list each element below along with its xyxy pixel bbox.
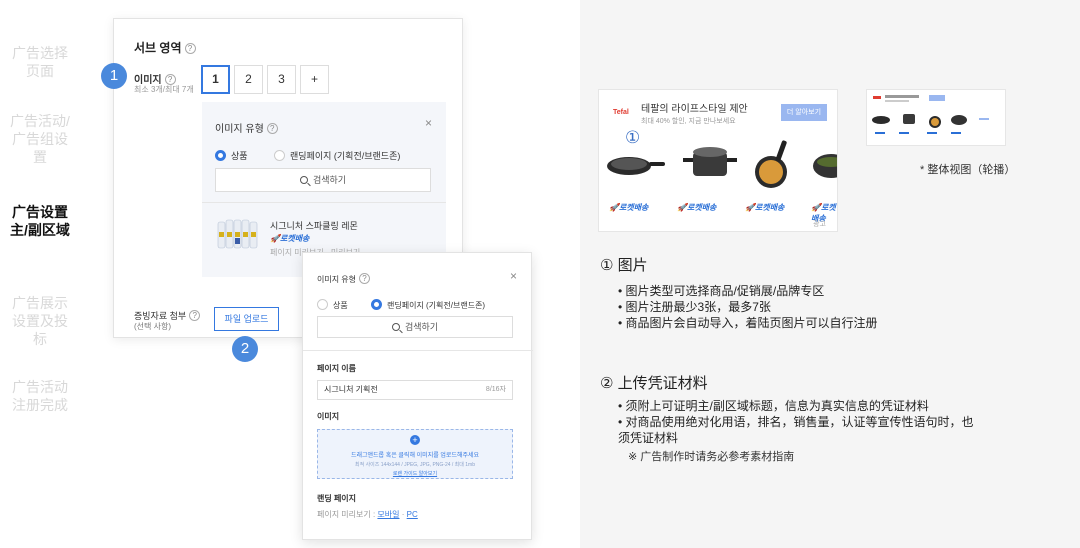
marker-1: ① xyxy=(625,128,641,147)
section1-bullet: • 图片类型可选择商品/促销展/品牌专区 xyxy=(618,284,825,298)
radio-icon xyxy=(274,150,285,161)
landing-page-dialog: 이미지 유형? × 상품 랜딩페이지 (기획전/브랜드존) 검색하기 페이지 이… xyxy=(302,252,533,540)
dialog-image-type-title: 이미지 유형? xyxy=(317,273,371,285)
radio-product[interactable]: 상품 xyxy=(215,146,248,164)
overall-view-caption: * 整体视图（轮播） xyxy=(920,164,1016,176)
pc-preview-link[interactable]: PC xyxy=(407,510,418,519)
radio-product[interactable]: 상품 xyxy=(317,295,348,313)
pot-image xyxy=(683,147,737,176)
pan-image xyxy=(813,154,837,178)
panel-title: 서브 영역? xyxy=(134,39,196,56)
step-display-bidding: 广告展示 设置及投标 xyxy=(12,295,68,347)
radio-landing[interactable]: 랜딩페이지 (기획전/브랜드존) xyxy=(371,295,485,313)
radio-selected-icon xyxy=(215,150,226,161)
ad-preview-card: Tefal 테팔의 라이프스타일 제안 최대 40% 할인, 지금 만나보세요 … xyxy=(598,89,838,232)
ad-overview-thumbnail xyxy=(866,89,1006,146)
dropzone-text: 드래그앤드롭 혹은 클릭해 이미지를 업로드해주세요 xyxy=(350,453,480,459)
radio-icon xyxy=(317,299,328,310)
dialog-search-input[interactable]: 검색하기 xyxy=(317,316,513,338)
divider xyxy=(303,350,533,351)
section2-line: • 须附上可证明主/副区域标题，信息为真实信息的凭证材料 xyxy=(618,399,929,413)
search-icon xyxy=(391,323,400,331)
rocket-badge: 🚀로켓배송 xyxy=(677,203,717,212)
image-label: 이미지 xyxy=(317,412,340,421)
search-icon xyxy=(299,176,308,184)
radio-selected-icon xyxy=(371,299,382,310)
step-select-page: 广告选择 页面 xyxy=(12,45,68,79)
landing-preview-row: 페이지 미리보기 : 모바일 · PC xyxy=(317,510,418,519)
close-icon[interactable]: × xyxy=(510,269,517,283)
search-input[interactable]: 검색하기 xyxy=(215,168,431,192)
step-registration-complete: 广告活动 注册完成 xyxy=(12,379,68,413)
image-slot-1-button[interactable]: 1 xyxy=(201,65,230,94)
image-dropzone[interactable]: + 드래그앤드롭 혹은 클릭해 이미지를 업로드해주세요 최적 사이즈 144x… xyxy=(317,429,513,479)
rocket-delivery-badge: 🚀로켓배송 xyxy=(270,234,310,243)
close-icon[interactable]: × xyxy=(425,116,432,130)
attachment-optional: (선택 사항) xyxy=(134,322,171,331)
image-slot-2-button[interactable]: 2 xyxy=(234,65,263,94)
help-icon[interactable]: ? xyxy=(189,310,201,321)
step-main-sub-area: 广告设置 主/副区域 xyxy=(10,204,70,238)
section1-bullet: • 商品图片会自动导入，着陆页图片可以自行注册 xyxy=(618,316,878,330)
image-type-popup: 이미지 유형? × 상품 랜딩페이지 (기획전/브랜드존) 검색하기 시그니처 … xyxy=(202,102,446,277)
ad-headline: 테팔의 라이프스타일 제안 xyxy=(641,104,748,115)
marker-badge-2: 2 xyxy=(232,336,258,362)
section1-title: ① 图片 xyxy=(600,257,648,274)
section2-line: • 对商品使用绝对化用语，排名，销售量，认证等宣传性语句时，也 xyxy=(618,415,974,429)
image-type-title: 이미지 유형? xyxy=(215,120,278,135)
section1-bullet: • 图片注册最少3张，最多7张 xyxy=(618,300,771,314)
rocket-badge: 🚀로켓배송 xyxy=(745,203,785,212)
divider xyxy=(202,202,446,203)
guide-link[interactable]: 로렌 가이드 알아보기 xyxy=(318,470,512,477)
page-name-label: 페이지 이름 xyxy=(317,364,357,373)
add-image-button[interactable]: + xyxy=(300,65,329,94)
step-campaign-setup: 广告活动/广告组设置 xyxy=(10,113,70,165)
dropzone-spec: 최적 사이즈 144x144 / JPEG, JPG, PNG-24 / 최대 … xyxy=(354,462,476,468)
brand-logo: Tefal xyxy=(613,109,629,116)
add-circle-icon: + xyxy=(410,435,420,445)
help-icon[interactable]: ? xyxy=(184,43,196,54)
ad-subline: 최대 40% 할인, 지금 만나보세요 xyxy=(641,118,736,125)
help-icon[interactable]: ? xyxy=(359,273,371,284)
ad-tag: 광고 xyxy=(813,221,826,228)
rocket-badge: 🚀로켓배송 xyxy=(609,203,649,212)
section2-title: ② 上传凭证材料 xyxy=(600,375,708,392)
marker-badge-1: 1 xyxy=(101,63,127,89)
image-slot-3-button[interactable]: 3 xyxy=(267,65,296,94)
product-thumbnail xyxy=(216,216,258,252)
help-icon[interactable]: ? xyxy=(266,123,278,134)
file-upload-button[interactable]: 파일 업로드 xyxy=(214,307,279,331)
radio-landing[interactable]: 랜딩페이지 (기획전/브랜드존) xyxy=(274,146,400,164)
char-counter: 8/16자 xyxy=(485,386,506,393)
skillet-image xyxy=(755,140,787,188)
ad-cta-button[interactable]: 더 알아보기 xyxy=(781,104,827,121)
product-name: 시그니처 스파클링 레몬 xyxy=(270,221,358,231)
mobile-preview-link[interactable]: 모바일 xyxy=(377,510,399,519)
frying-pan-image xyxy=(607,157,665,175)
page-name-input[interactable]: 시그니처 기획전 8/16자 xyxy=(317,380,513,400)
image-count-hint: 최소 3개/최대 7개 xyxy=(134,85,194,94)
section2-note: ※ 广告制作时请务必参考素材指南 xyxy=(628,451,795,463)
explanation-area xyxy=(580,0,1080,548)
section2-line: 须凭证材料 xyxy=(618,431,679,445)
landing-page-label: 랜딩 페이지 xyxy=(317,494,357,503)
